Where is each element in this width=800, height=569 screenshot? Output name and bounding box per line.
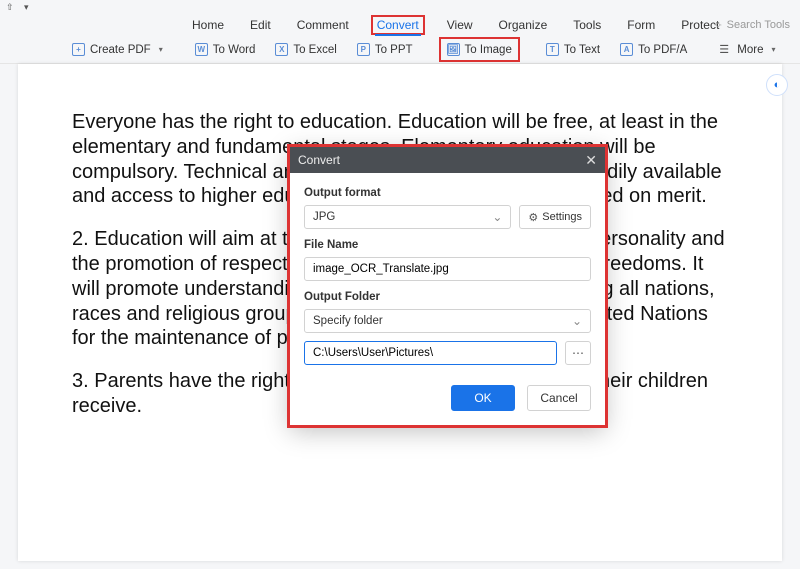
more-button[interactable]: ☰ More	[715, 40, 779, 59]
menu-home[interactable]: Home	[190, 16, 226, 34]
menu-comment[interactable]: Comment	[295, 16, 351, 34]
ok-button[interactable]: OK	[451, 385, 515, 411]
to-text-button[interactable]: T To Text	[542, 40, 604, 59]
to-image-label: To Image	[465, 44, 512, 56]
to-excel-button[interactable]: X To Excel	[271, 40, 340, 59]
search-placeholder: Search Tools	[727, 19, 790, 31]
text-icon: T	[546, 43, 559, 56]
image-icon: 🖼	[447, 43, 460, 56]
browse-folder-button[interactable]: ⋯	[565, 341, 591, 365]
output-folder-select-value: Specify folder	[313, 315, 383, 327]
ppt-icon: P	[357, 43, 370, 56]
settings-label: Settings	[542, 211, 582, 223]
app-root: ⇧ ▾ Home Edit Comment Convert View Organ…	[0, 0, 800, 569]
create-pdf-button[interactable]: + Create PDF	[68, 40, 167, 59]
to-pdfa-label: To PDF/A	[638, 44, 687, 56]
output-format-value: JPG	[313, 211, 335, 223]
to-ppt-label: To PPT	[375, 44, 413, 56]
output-folder-path-input[interactable]	[304, 341, 557, 365]
plus-icon: +	[72, 43, 85, 56]
cancel-button[interactable]: Cancel	[527, 385, 591, 411]
to-excel-label: To Excel	[293, 44, 336, 56]
dialog-body: Output format JPG Settings File Name Out…	[290, 173, 605, 425]
dropdown-icon[interactable]: ▾	[24, 2, 34, 12]
convert-dialog: Convert ✕ Output format JPG Settings Fil…	[290, 147, 605, 425]
dialog-title: Convert	[298, 153, 340, 167]
to-image-button[interactable]: 🖼 To Image	[443, 40, 516, 59]
dialog-titlebar[interactable]: Convert ✕	[290, 147, 605, 173]
file-name-label: File Name	[304, 239, 591, 251]
output-folder-label: Output Folder	[304, 291, 591, 303]
menu-organize[interactable]: Organize	[497, 16, 550, 34]
output-format-select[interactable]: JPG	[304, 205, 511, 229]
output-format-label: Output format	[304, 187, 591, 199]
excel-icon: X	[275, 43, 288, 56]
to-word-label: To Word	[213, 44, 256, 56]
more-label: More	[737, 44, 763, 56]
menu-convert-highlight: Convert	[371, 15, 425, 35]
file-name-input[interactable]	[304, 257, 591, 281]
pdfa-icon: A	[620, 43, 633, 56]
dialog-footer: OK Cancel	[304, 385, 591, 411]
to-word-button[interactable]: W To Word	[191, 40, 260, 59]
titlebar: ⇧ ▾	[0, 0, 800, 14]
settings-button[interactable]: Settings	[519, 205, 591, 229]
output-folder-select[interactable]: Specify folder	[304, 309, 591, 333]
convert-toolbar: + Create PDF W To Word X To Excel P To P…	[0, 36, 800, 64]
to-text-label: To Text	[564, 44, 600, 56]
word-icon: W	[195, 43, 208, 56]
menu-convert[interactable]: Convert	[375, 16, 421, 36]
to-ppt-button[interactable]: P To PPT	[353, 40, 417, 59]
close-icon[interactable]: ✕	[585, 152, 597, 169]
to-pdfa-button[interactable]: A To PDF/A	[616, 40, 691, 59]
more-icon: ☰	[719, 43, 732, 56]
create-pdf-label: Create PDF	[90, 44, 151, 56]
to-image-highlight: 🖼 To Image	[439, 37, 520, 62]
search-icon: ✧	[713, 19, 722, 32]
share-icon[interactable]: ⇧	[6, 2, 16, 12]
assist-badge-icon[interactable]: ◐	[766, 74, 788, 96]
menu-edit[interactable]: Edit	[248, 16, 273, 34]
menu-tools[interactable]: Tools	[571, 16, 603, 34]
search-tools[interactable]: ✧ Search Tools	[713, 19, 790, 32]
main-menu: Home Edit Comment Convert View Organize …	[0, 14, 800, 36]
menu-form[interactable]: Form	[625, 16, 657, 34]
menu-view[interactable]: View	[445, 16, 475, 34]
